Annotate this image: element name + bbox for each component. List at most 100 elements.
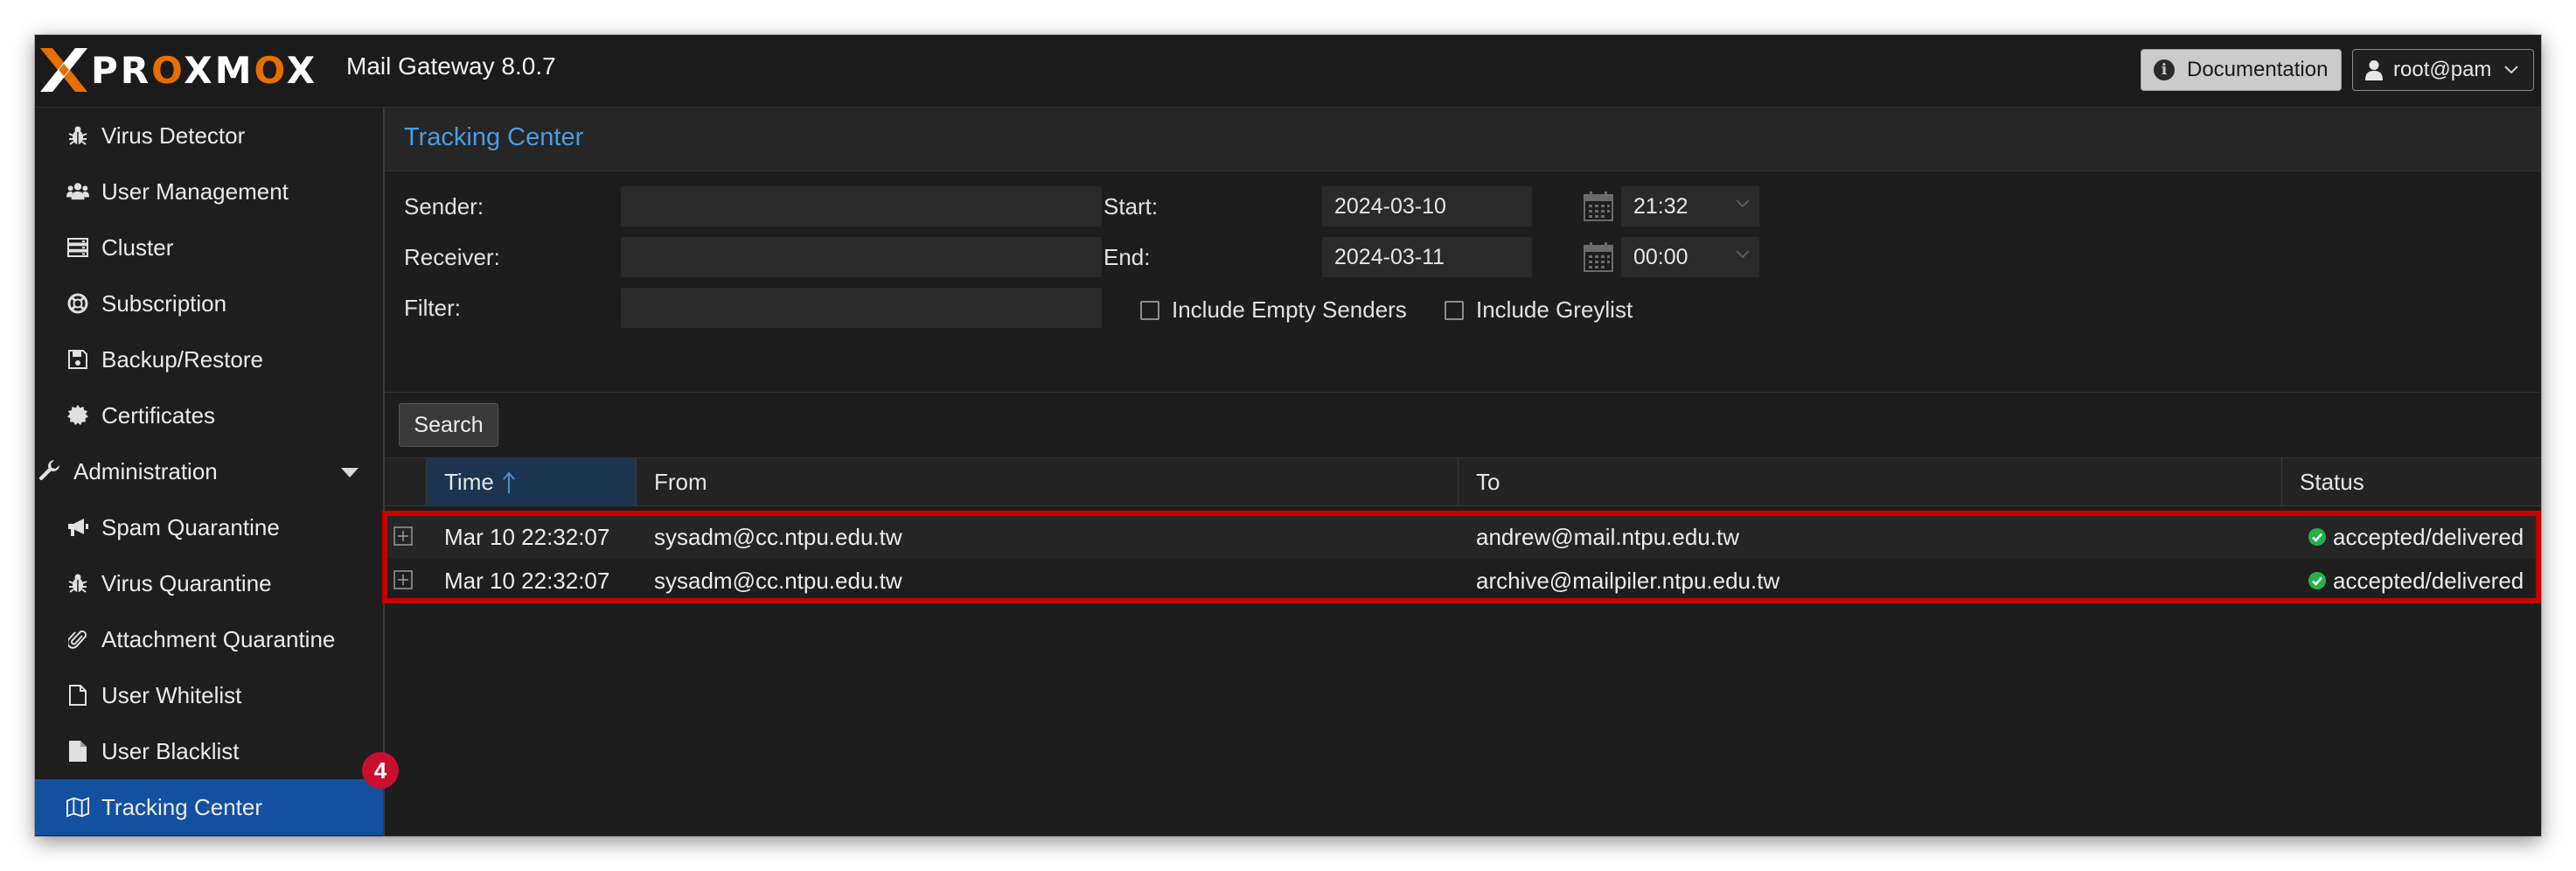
receiver-input[interactable] bbox=[621, 237, 1102, 277]
calendar-icon[interactable] bbox=[1583, 241, 1614, 273]
search-button[interactable]: Search bbox=[399, 403, 498, 447]
sidebar-item-spam-quarantine[interactable]: Spam Quarantine bbox=[35, 499, 383, 555]
column-header-label: Status bbox=[2300, 469, 2364, 495]
checkbox-box[interactable] bbox=[1445, 300, 1464, 320]
bug-icon bbox=[66, 572, 89, 595]
status-label: accepted/delivered bbox=[2333, 523, 2524, 550]
filter-label: Filter: bbox=[404, 295, 461, 321]
sidebar-item-subscription[interactable]: Subscription bbox=[35, 275, 383, 331]
sidebar-item-user-blacklist[interactable]: User Blacklist bbox=[35, 723, 383, 779]
start-date-value: 2024-03-10 bbox=[1334, 193, 1446, 219]
file-icon bbox=[66, 740, 89, 763]
sidebar-item-backup-restore[interactable]: Backup/Restore bbox=[35, 331, 383, 387]
sidebar-item-label: Tracking Center bbox=[101, 793, 262, 820]
sidebar-item-label: Subscription bbox=[101, 289, 227, 317]
sidebar-item-virus-detector[interactable]: Virus Detector bbox=[35, 108, 383, 164]
column-header-label: From bbox=[654, 469, 707, 495]
grid-header: Time From To Status bbox=[385, 457, 2541, 506]
brand-part: X bbox=[286, 48, 318, 92]
expander-column-header bbox=[385, 458, 427, 506]
panel-title: Tracking Center bbox=[404, 123, 584, 151]
column-header-status[interactable]: Status bbox=[2282, 458, 2541, 506]
brand-wordmark: PROXMOX bbox=[91, 49, 317, 92]
sidebar-item-virus-quarantine[interactable]: Virus Quarantine bbox=[35, 555, 383, 611]
proxmox-logo: PROXMOX bbox=[40, 45, 317, 94]
check-circle-icon bbox=[2308, 528, 2326, 546]
chevron-down-icon[interactable] bbox=[1735, 199, 1751, 209]
bug-icon bbox=[66, 124, 89, 147]
sidebar-item-user-whitelist[interactable]: User Whitelist bbox=[35, 667, 383, 723]
map-icon bbox=[66, 796, 89, 819]
check-circle-icon bbox=[2308, 572, 2326, 589]
table-row[interactable]: Mar 10 22:32:07 sysadm@cc.ntpu.edu.tw an… bbox=[385, 515, 2541, 559]
sidebar-item-tracking-center[interactable]: Tracking Center bbox=[35, 779, 383, 835]
to-cell: andrew@mail.ntpu.edu.tw bbox=[1476, 523, 1739, 550]
sidebar-item-label: Administration bbox=[73, 457, 218, 484]
time-cell: Mar 10 22:32:07 bbox=[444, 567, 610, 594]
from-cell: sysadm@cc.ntpu.edu.tw bbox=[654, 523, 902, 550]
start-label: Start: bbox=[1104, 193, 1159, 219]
sidebar-item-administration[interactable]: Administration bbox=[35, 443, 383, 499]
expand-row-icon[interactable] bbox=[393, 570, 413, 589]
sidebar-item-label: Virus Detector bbox=[101, 122, 246, 149]
sort-ascending-icon bbox=[503, 470, 515, 493]
status-cell: accepted/delivered bbox=[2308, 559, 2524, 603]
include-greylist-checkbox[interactable]: Include Greylist bbox=[1445, 296, 1633, 324]
chevron-down-icon bbox=[2504, 66, 2519, 74]
brand-part: XM bbox=[184, 48, 254, 92]
server-icon bbox=[66, 236, 89, 259]
expand-row-icon[interactable] bbox=[393, 526, 413, 546]
brand-part: PR bbox=[91, 48, 152, 92]
receiver-label: Receiver: bbox=[404, 244, 500, 270]
end-label: End: bbox=[1104, 244, 1151, 270]
bullhorn-icon bbox=[66, 516, 89, 539]
user-menu-button[interactable]: root@pam bbox=[2352, 49, 2534, 91]
wrench-icon bbox=[38, 460, 61, 483]
collapse-arrow-icon[interactable] bbox=[341, 468, 359, 477]
sidebar-item-label: Virus Quarantine bbox=[101, 569, 272, 596]
step-badge: 4 bbox=[362, 752, 399, 789]
include-empty-senders-label: Include Empty Senders bbox=[1172, 296, 1407, 323]
sender-input[interactable] bbox=[621, 186, 1102, 226]
user-label: root@pam bbox=[2393, 58, 2492, 81]
filter-input[interactable] bbox=[621, 288, 1102, 328]
certificate-icon bbox=[66, 404, 89, 427]
sidebar-item-label: User Management bbox=[101, 178, 289, 205]
divider bbox=[385, 392, 2541, 393]
sidebar-item-label: User Whitelist bbox=[101, 681, 242, 708]
include-greylist-label: Include Greylist bbox=[1476, 296, 1633, 323]
brand-part: O bbox=[254, 48, 287, 92]
from-cell: sysadm@cc.ntpu.edu.tw bbox=[654, 567, 902, 594]
sidebar-item-user-management[interactable]: User Management bbox=[35, 164, 383, 219]
start-date-field[interactable]: 2024-03-10 bbox=[1322, 186, 1532, 226]
application-window: PROXMOX Mail Gateway 8.0.7 i Documentati… bbox=[35, 35, 2541, 836]
end-time-value: 00:00 bbox=[1633, 244, 1688, 269]
sidebar-item-attachment-quarantine[interactable]: Attachment Quarantine bbox=[35, 611, 383, 667]
end-time-field[interactable]: 00:00 bbox=[1621, 237, 1759, 277]
paperclip-icon bbox=[66, 628, 89, 651]
proxmox-x-logo-icon bbox=[40, 48, 87, 92]
column-header-time[interactable]: Time bbox=[427, 458, 637, 506]
calendar-icon[interactable] bbox=[1583, 191, 1614, 222]
sidebar-item-label: Cluster bbox=[101, 233, 174, 261]
table-row[interactable]: Mar 10 22:32:07 sysadm@cc.ntpu.edu.tw ar… bbox=[385, 559, 2541, 603]
sender-label: Sender: bbox=[404, 193, 484, 219]
floppy-icon bbox=[66, 348, 89, 371]
time-cell: Mar 10 22:32:07 bbox=[444, 523, 610, 550]
start-time-value: 21:32 bbox=[1633, 193, 1688, 219]
documentation-button[interactable]: i Documentation bbox=[2141, 49, 2342, 91]
checkbox-box[interactable] bbox=[1140, 300, 1159, 320]
end-date-field[interactable]: 2024-03-11 bbox=[1322, 237, 1532, 277]
include-empty-senders-checkbox[interactable]: Include Empty Senders bbox=[1140, 296, 1407, 324]
column-header-from[interactable]: From bbox=[637, 458, 1459, 506]
sidebar-item-certificates[interactable]: Certificates bbox=[35, 387, 383, 443]
start-time-field[interactable]: 21:32 bbox=[1621, 186, 1759, 226]
column-header-to[interactable]: To bbox=[1459, 458, 2282, 506]
chevron-down-icon[interactable] bbox=[1735, 249, 1751, 260]
tracking-center-panel: Tracking Center Sender: Receiver: Filter… bbox=[382, 108, 2541, 836]
sidebar-item-cluster[interactable]: Cluster bbox=[35, 219, 383, 275]
sidebar-nav: Virus Detector User Management Cluster S… bbox=[35, 108, 385, 836]
to-cell: archive@mailpiler.ntpu.edu.tw bbox=[1476, 567, 1780, 594]
sidebar-item-label: Spam Quarantine bbox=[101, 513, 280, 540]
top-bar: PROXMOX Mail Gateway 8.0.7 i Documentati… bbox=[35, 35, 2541, 108]
